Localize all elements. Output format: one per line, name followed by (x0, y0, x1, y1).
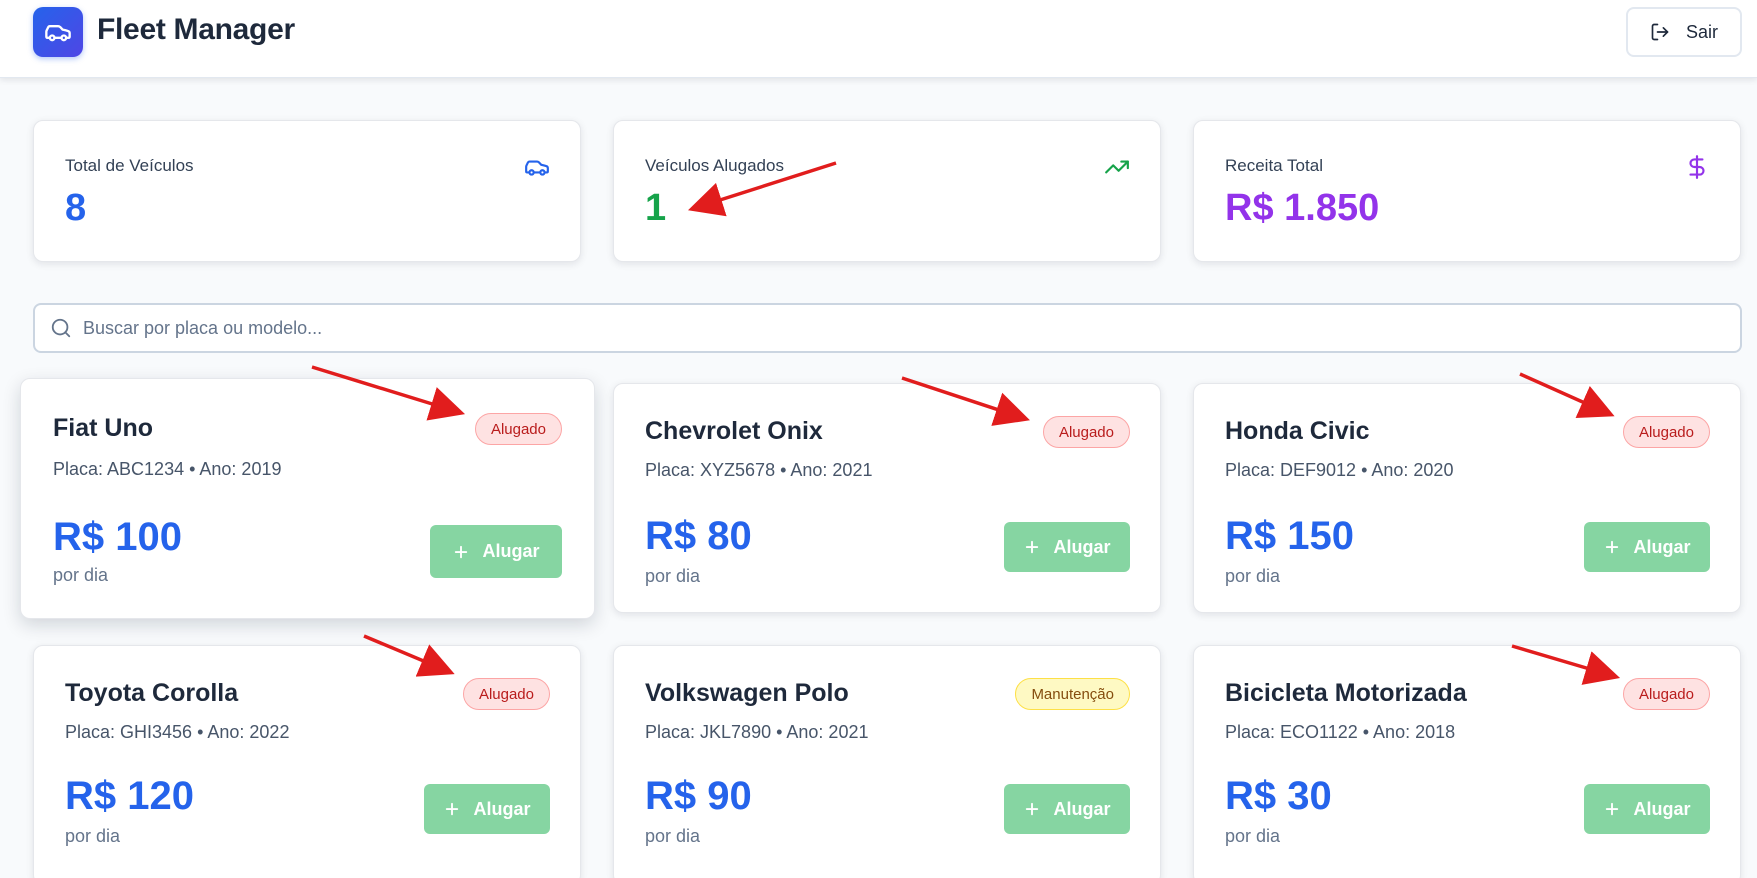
status-badge: Alugado (1622, 678, 1710, 710)
rent-button[interactable]: Alugar (424, 784, 550, 834)
price-period: por dia (53, 565, 109, 585)
price-period: por dia (645, 566, 701, 586)
logout-icon (1651, 23, 1669, 41)
stat-label: Receita Total (1225, 156, 1323, 175)
vehicle-name: Fiat Uno (53, 414, 153, 442)
search-bar (33, 303, 1742, 353)
vehicle-info: Placa: JKL7890 • Ano: 2021 (645, 722, 869, 742)
trending-up-icon (1105, 160, 1129, 174)
vehicle-price: R$ 120 (65, 774, 194, 818)
stat-value: 8 (65, 187, 87, 229)
vehicle-card[interactable]: Honda Civic Placa: DEF9012 • Ano: 2020 R… (1193, 383, 1741, 613)
vehicle-card[interactable]: Volkswagen Polo Placa: JKL7890 • Ano: 20… (613, 645, 1161, 878)
dollar-icon (1689, 155, 1705, 179)
price-period: por dia (1225, 566, 1281, 586)
plus-icon (1606, 802, 1619, 816)
rent-button-label: Alugar (473, 798, 531, 819)
stat-card-total-vehicles: Total de Veículos 8 (33, 120, 581, 262)
app-title: Fleet Manager (97, 13, 295, 46)
logout-button[interactable]: Sair (1626, 7, 1742, 57)
price-period: por dia (645, 826, 701, 846)
rent-button-label: Alugar (1053, 536, 1111, 557)
status-badge: Alugado (1042, 416, 1130, 448)
rent-button[interactable]: Alugar (1584, 522, 1710, 572)
plus-icon (1026, 540, 1039, 554)
price-period: por dia (65, 826, 121, 846)
logout-label: Sair (1685, 21, 1718, 42)
status-badge: Alugado (474, 413, 562, 445)
plus-icon (446, 802, 459, 816)
plus-icon (455, 545, 468, 558)
vehicle-price: R$ 80 (645, 514, 752, 558)
vehicle-name: Volkswagen Polo (645, 679, 849, 707)
stat-value: 1 (645, 187, 667, 229)
car-icon (45, 25, 71, 42)
vehicle-info: Placa: XYZ5678 • Ano: 2021 (645, 460, 873, 480)
rent-button-label: Alugar (1633, 536, 1691, 557)
search-input[interactable] (83, 305, 1723, 351)
vehicle-name: Honda Civic (1225, 417, 1370, 445)
app-logo (33, 7, 83, 57)
vehicle-info: Placa: DEF9012 • Ano: 2020 (1225, 460, 1454, 480)
app-header: Fleet Manager Sair (0, 0, 1757, 78)
vehicle-info: Placa: GHI3456 • Ano: 2022 (65, 722, 290, 742)
vehicle-name: Chevrolet Onix (645, 417, 823, 445)
rent-button-label: Alugar (482, 541, 540, 561)
vehicle-card[interactable]: Bicicleta Motorizada Placa: ECO1122 • An… (1193, 645, 1741, 878)
status-badge: Alugado (462, 678, 550, 710)
rent-button-label: Alugar (1633, 798, 1691, 819)
vehicle-price: R$ 100 (53, 515, 182, 559)
stat-label: Veículos Alugados (645, 156, 784, 175)
vehicle-price: R$ 150 (1225, 514, 1354, 558)
vehicle-price: R$ 30 (1225, 774, 1332, 818)
vehicle-card[interactable]: Chevrolet Onix Placa: XYZ5678 • Ano: 202… (613, 383, 1161, 613)
rent-button[interactable]: Alugar (1004, 784, 1130, 834)
car-icon (525, 160, 549, 176)
price-period: por dia (1225, 826, 1281, 846)
status-badge: Manutenção (1015, 678, 1130, 710)
vehicle-name: Toyota Corolla (65, 679, 239, 707)
stat-card-total-revenue: Receita Total R$ 1.850 (1193, 120, 1741, 262)
vehicle-name: Bicicleta Motorizada (1225, 679, 1467, 707)
stat-value: R$ 1.850 (1225, 187, 1380, 229)
vehicle-card[interactable]: Fiat Uno Placa: ABC1234 • Ano: 2019 R$ 1… (20, 378, 595, 619)
status-badge: Alugado (1622, 416, 1710, 448)
stat-card-rented-vehicles: Veículos Alugados 1 (613, 120, 1161, 262)
vehicle-info: Placa: ABC1234 • Ano: 2019 (53, 459, 282, 479)
vehicle-info: Placa: ECO1122 • Ano: 2018 (1225, 722, 1456, 742)
rent-button[interactable]: Alugar (430, 525, 562, 578)
search-icon (51, 318, 71, 338)
stat-label: Total de Veículos (65, 156, 194, 175)
vehicle-price: R$ 90 (645, 774, 752, 818)
plus-icon (1606, 540, 1619, 554)
vehicle-card[interactable]: Toyota Corolla Placa: GHI3456 • Ano: 202… (33, 645, 581, 878)
rent-button[interactable]: Alugar (1584, 784, 1710, 834)
rent-button-label: Alugar (1053, 798, 1111, 819)
rent-button[interactable]: Alugar (1004, 522, 1130, 572)
plus-icon (1026, 802, 1039, 816)
